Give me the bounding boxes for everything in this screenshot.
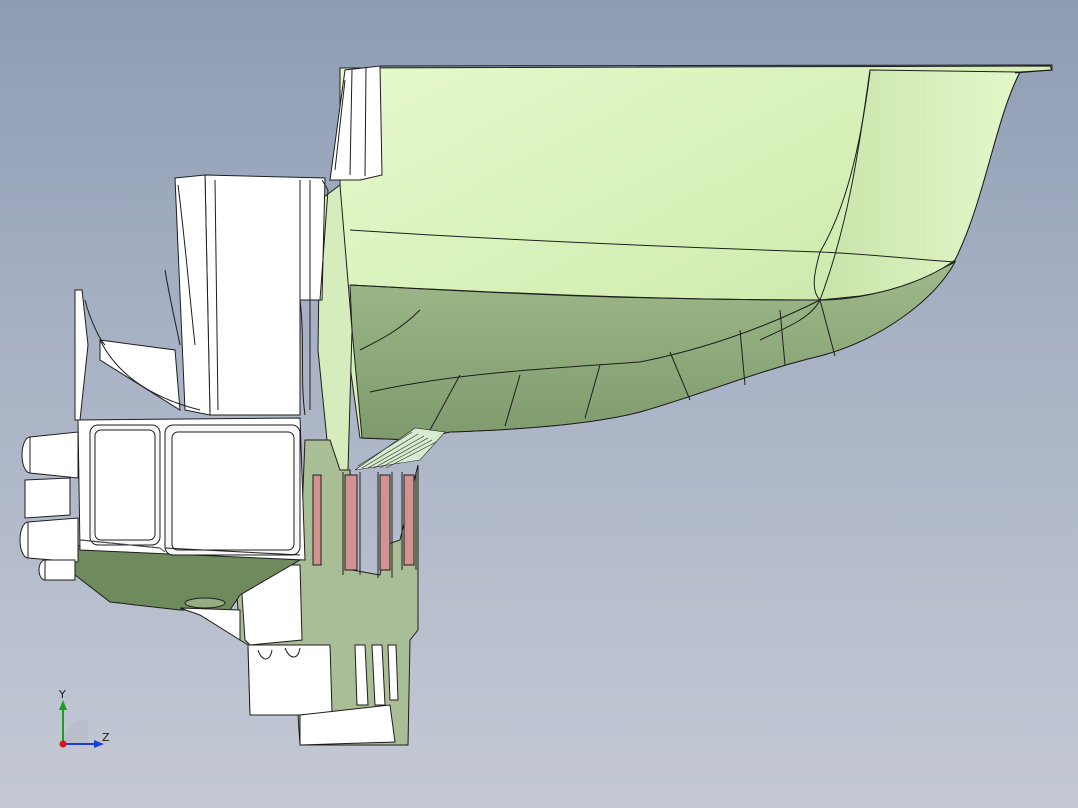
left-box[interactable] — [77, 417, 306, 561]
pan-bowl[interactable] — [339, 64, 1053, 441]
upper-tower[interactable] — [74, 174, 329, 421]
triad-z-label: Z — [102, 731, 110, 744]
coordinate-triad — [59, 700, 104, 748]
cad-model-oil-pan[interactable] — [0, 0, 1078, 808]
graphics-viewport[interactable]: Y Z — [0, 0, 1078, 808]
left-bosses — [19, 431, 79, 581]
triad-y-label: Y — [59, 688, 66, 701]
